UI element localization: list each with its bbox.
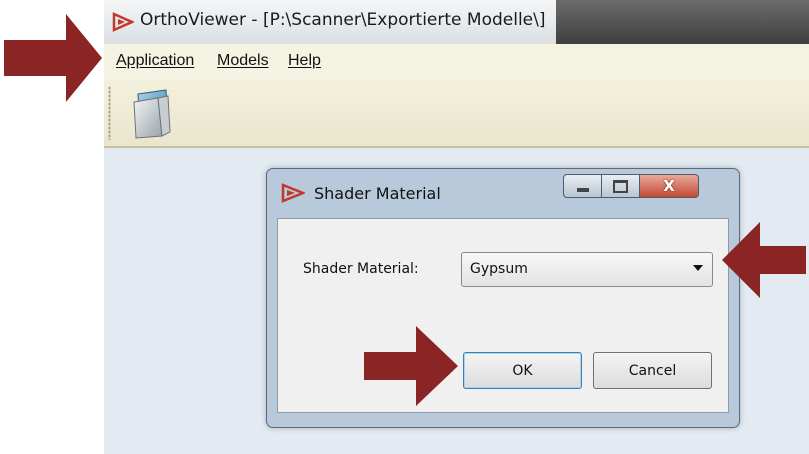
dialog-body: Shader Material: Gypsum OK Cancel bbox=[277, 218, 729, 413]
toolbar-grip[interactable] bbox=[108, 86, 111, 140]
maximize-button[interactable] bbox=[601, 174, 640, 198]
close-button[interactable]: X bbox=[639, 174, 699, 198]
ok-button-label: OK bbox=[512, 362, 533, 379]
orthoviewer-logo-icon bbox=[112, 12, 134, 32]
minimize-icon bbox=[576, 187, 589, 192]
dialog-title: Shader Material bbox=[314, 184, 441, 203]
shader-material-dialog: Shader Material X Shader Material: Gypsu… bbox=[266, 168, 740, 428]
maximize-icon bbox=[613, 179, 628, 193]
menu-models[interactable]: Models bbox=[217, 52, 269, 70]
shader-material-value: Gypsum bbox=[470, 261, 528, 277]
open-folder-icon[interactable] bbox=[128, 86, 176, 140]
menu-help[interactable]: Help bbox=[288, 52, 321, 70]
annotation-arrow-icon bbox=[364, 326, 458, 406]
window-title: OrthoViewer - [P:\Scanner\Exportierte Mo… bbox=[140, 10, 546, 30]
menu-application[interactable]: Application bbox=[116, 52, 194, 70]
cancel-button-label: Cancel bbox=[628, 362, 677, 379]
toolbar bbox=[104, 80, 809, 148]
ok-button[interactable]: OK bbox=[463, 352, 582, 389]
menu-bar: Application Models Help bbox=[104, 44, 809, 80]
dropdown-arrow-icon bbox=[693, 265, 703, 271]
shader-material-label: Shader Material: bbox=[303, 261, 419, 277]
annotation-arrow-icon bbox=[4, 14, 102, 102]
title-bar-shade bbox=[556, 0, 809, 44]
shader-material-select[interactable]: Gypsum bbox=[461, 252, 713, 287]
cancel-button[interactable]: Cancel bbox=[593, 352, 712, 389]
minimize-button[interactable] bbox=[563, 174, 602, 198]
title-bar: OrthoViewer - [P:\Scanner\Exportierte Mo… bbox=[104, 0, 809, 45]
close-icon: X bbox=[663, 177, 675, 195]
annotation-arrow-icon bbox=[722, 222, 806, 298]
orthoviewer-logo-icon bbox=[281, 183, 305, 203]
